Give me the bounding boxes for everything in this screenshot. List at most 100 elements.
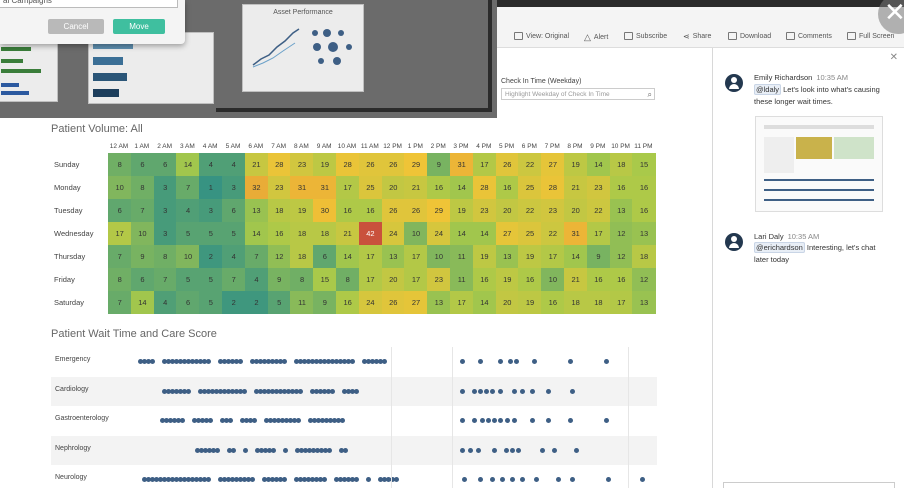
wait-dot[interactable] <box>472 388 477 394</box>
full-screen-button[interactable]: Full Screen <box>847 32 894 40</box>
wait-dot[interactable] <box>492 447 497 453</box>
wait-dot[interactable] <box>568 359 573 364</box>
heatmap-cell[interactable]: 14 <box>450 222 474 246</box>
heatmap-cell[interactable]: 3 <box>222 176 246 200</box>
download-button[interactable]: Download <box>728 32 771 40</box>
heatmap-cell[interactable]: 31 <box>290 176 314 200</box>
heatmap-cell[interactable]: 9 <box>267 268 291 292</box>
heatmap-cell[interactable]: 17 <box>404 268 428 292</box>
heatmap-cell[interactable]: 13 <box>381 245 405 269</box>
wait-dot[interactable] <box>394 477 399 482</box>
wait-dot[interactable] <box>498 388 503 394</box>
heatmap-cell[interactable]: 3 <box>153 222 177 246</box>
heatmap-cell[interactable]: 19 <box>450 199 474 223</box>
wait-dot[interactable] <box>252 418 257 423</box>
wait-dot[interactable] <box>505 418 510 423</box>
heatmap-cell[interactable]: 9 <box>427 153 451 177</box>
heatmap-cell[interactable]: 21 <box>244 153 269 177</box>
wait-dot[interactable] <box>604 418 609 423</box>
wait-dot[interactable] <box>480 418 485 423</box>
heatmap-cell[interactable]: 19 <box>313 153 337 177</box>
heatmap-cell[interactable]: 17 <box>609 291 633 315</box>
wait-dot[interactable] <box>508 359 513 364</box>
wait-dot[interactable] <box>498 359 503 364</box>
subscribe-button[interactable]: Subscribe <box>624 32 667 40</box>
heatmap-cell[interactable]: 10 <box>427 245 451 269</box>
wait-dot[interactable] <box>327 447 332 453</box>
wait-dot[interactable] <box>514 359 519 364</box>
heatmap-cell[interactable]: 19 <box>518 245 542 269</box>
highlight-search-input[interactable]: Highlight Weekday of Check In Time ⌕ <box>501 88 655 100</box>
wait-dot[interactable] <box>530 418 535 423</box>
heatmap-cell[interactable]: 9 <box>130 245 155 269</box>
heatmap-cell[interactable]: 30 <box>313 199 337 223</box>
heatmap-cell[interactable]: 14 <box>176 153 200 177</box>
comment-input[interactable] <box>723 482 895 488</box>
heatmap-cell[interactable]: 25 <box>518 222 542 246</box>
heatmap-cell[interactable]: 19 <box>472 245 497 269</box>
heatmap-cell[interactable]: 15 <box>313 268 337 292</box>
wait-dot[interactable] <box>282 359 287 364</box>
wait-dot[interactable] <box>282 477 287 482</box>
heatmap-cell[interactable]: 5 <box>199 222 223 246</box>
wait-dot[interactable] <box>298 388 303 394</box>
heatmap-cell[interactable]: 26 <box>381 291 405 315</box>
heatmap-cell[interactable]: 26 <box>381 199 405 223</box>
heatmap-cell[interactable]: 13 <box>495 245 519 269</box>
wait-dot[interactable] <box>382 359 387 364</box>
heatmap-cell[interactable]: 5 <box>267 291 291 315</box>
wait-dot[interactable] <box>460 388 465 394</box>
heatmap-cell[interactable]: 29 <box>404 153 428 177</box>
heatmap-cell[interactable]: 26 <box>381 153 405 177</box>
wait-dot[interactable] <box>296 418 301 423</box>
heatmap-cell[interactable]: 13 <box>632 222 656 246</box>
heatmap-cell[interactable]: 22 <box>541 222 565 246</box>
wait-dot[interactable] <box>532 359 537 364</box>
wait-dot[interactable] <box>462 477 467 482</box>
heatmap-cell[interactable]: 26 <box>404 199 428 223</box>
heatmap-cell[interactable]: 23 <box>541 199 565 223</box>
wait-dot[interactable] <box>242 388 247 394</box>
heatmap-cell[interactable]: 13 <box>609 199 633 223</box>
heatmap-cell[interactable]: 10 <box>108 176 132 200</box>
heatmap-cell[interactable]: 8 <box>290 268 314 292</box>
close-comments-icon[interactable]: ✕ <box>890 52 898 63</box>
heatmap-cell[interactable]: 26 <box>495 153 519 177</box>
heatmap-cell[interactable]: 6 <box>130 268 155 292</box>
heatmap-cell[interactable]: 24 <box>427 222 451 246</box>
alert-button[interactable]: △ Alert <box>584 32 608 43</box>
heatmap-cell[interactable]: 20 <box>564 199 588 223</box>
wait-dot[interactable] <box>322 477 327 482</box>
heatmap-cell[interactable]: 42 <box>358 222 383 246</box>
heatmap-cell[interactable]: 17 <box>541 245 565 269</box>
wait-dot[interactable] <box>604 359 609 364</box>
heatmap-cell[interactable]: 28 <box>472 176 497 200</box>
heatmap-cell[interactable]: 4 <box>199 153 223 177</box>
wait-dot[interactable] <box>504 447 509 453</box>
heatmap-cell[interactable]: 21 <box>564 176 588 200</box>
heatmap-cell[interactable]: 25 <box>518 176 542 200</box>
heatmap-cell[interactable]: 7 <box>130 199 155 223</box>
wait-dot[interactable] <box>472 418 477 423</box>
heatmap-cell[interactable]: 31 <box>313 176 337 200</box>
heatmap-cell[interactable]: 16 <box>267 222 291 246</box>
wait-dot[interactable] <box>516 447 521 453</box>
heatmap-cell[interactable]: 23 <box>427 268 451 292</box>
heatmap-cell[interactable]: 6 <box>313 245 337 269</box>
heatmap-cell[interactable]: 10 <box>130 222 155 246</box>
heatmap-cell[interactable]: 18 <box>267 199 291 223</box>
heatmap-cell[interactable]: 22 <box>518 153 542 177</box>
heatmap-cell[interactable]: 7 <box>222 268 246 292</box>
wait-dot[interactable] <box>498 418 503 423</box>
heatmap-cell[interactable]: 21 <box>336 222 360 246</box>
heatmap-cell[interactable]: 6 <box>153 153 177 177</box>
wait-dot[interactable] <box>271 447 276 453</box>
heatmap-cell[interactable]: 4 <box>244 268 269 292</box>
heatmap-cell[interactable]: 20 <box>495 199 519 223</box>
heatmap-cell[interactable]: 4 <box>222 245 246 269</box>
heatmap-cell[interactable]: 7 <box>108 245 132 269</box>
wait-dot[interactable] <box>228 418 233 423</box>
heatmap-cell[interactable]: 8 <box>336 268 360 292</box>
wait-dot[interactable] <box>510 477 515 482</box>
heatmap-cell[interactable]: 10 <box>404 222 428 246</box>
